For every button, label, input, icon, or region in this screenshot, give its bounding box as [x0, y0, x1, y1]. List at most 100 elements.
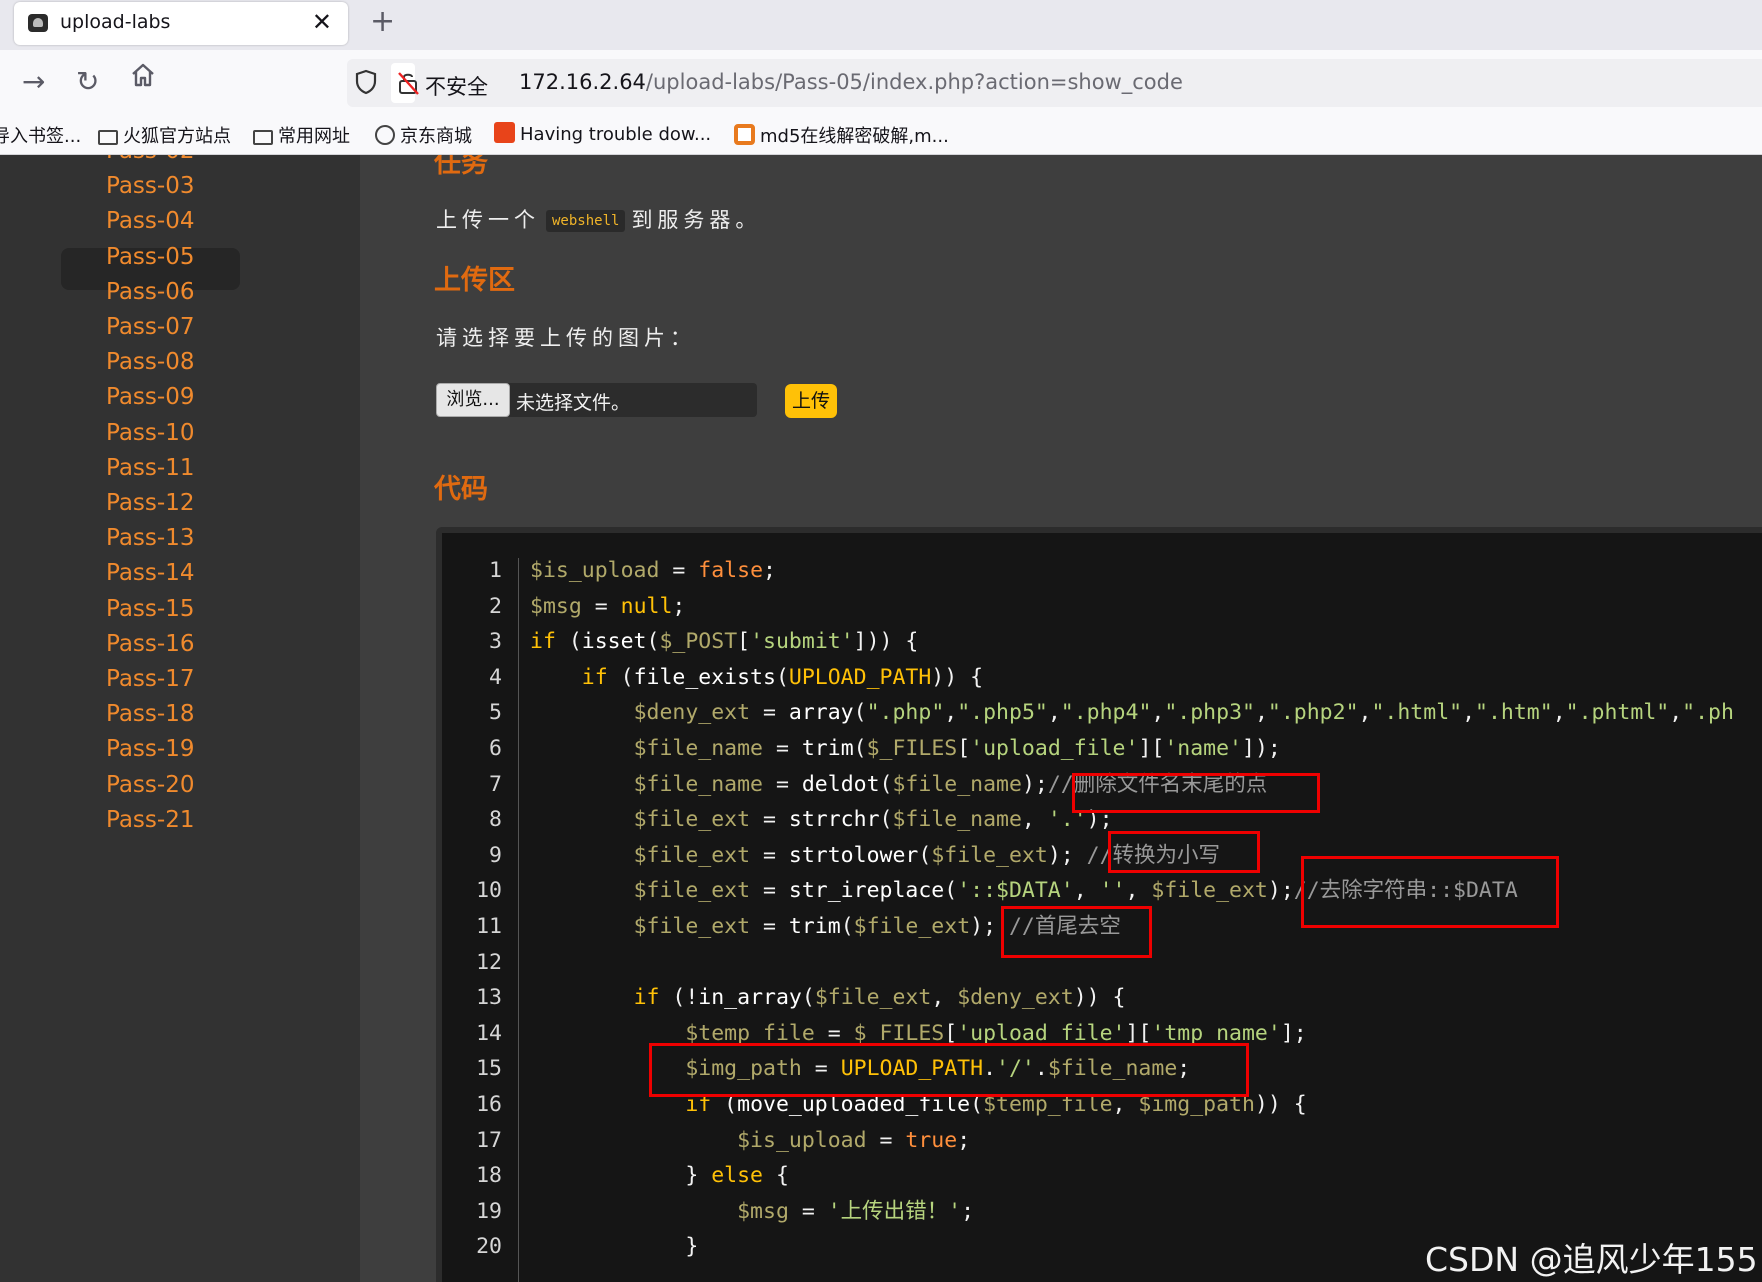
url-path: /upload-labs/Pass-05/index.php?action=sh… — [645, 70, 1183, 94]
sidebar-item-pass-12[interactable]: Pass-12 — [106, 490, 194, 516]
code-line: 5 $deny_ext = array(".php",".php5",".php… — [442, 695, 1762, 731]
line-number: 6 — [489, 736, 502, 761]
code-text: $is_upload = true; — [737, 1127, 971, 1153]
line-number: 13 — [476, 985, 502, 1011]
line-number: 12 — [476, 949, 502, 975]
reload-icon[interactable]: ↻ — [76, 62, 99, 102]
line-number: 7 — [489, 771, 502, 797]
line-number: 5 — [489, 700, 502, 726]
url-host: 172.16.2.64 — [519, 70, 646, 94]
bookmark-jd[interactable]: 京东商城 — [375, 122, 472, 148]
sidebar: Pass-02 Pass-03 Pass-04 Pass-05 Pass-06 Pass-… — [0, 155, 360, 1282]
sidebar-item-pass-13[interactable]: Pass-13 — [106, 525, 194, 551]
code-text: $is_upload = false; — [530, 558, 776, 583]
code-text: } — [530, 1234, 699, 1260]
sidebar-item-pass-07[interactable]: Pass-07 — [106, 314, 194, 340]
sidebar-item-pass-19[interactable]: Pass-19 — [106, 736, 194, 762]
sidebar-item-pass-16[interactable]: Pass-16 — [106, 631, 194, 657]
bookmark-md5[interactable]: md5在线解密破解,m... — [734, 122, 949, 148]
code-text: } else { — [530, 1163, 789, 1189]
line-number: 3 — [489, 629, 502, 655]
watermark: CSDN @追风少年155 — [1425, 1240, 1758, 1279]
sidebar-item-pass-15[interactable]: Pass-15 — [106, 596, 194, 622]
browser-tab[interactable]: upload-labs ✕ — [14, 2, 348, 45]
annotation-box-data-strip — [1301, 856, 1559, 928]
bookmark-import[interactable]: 导入书签... — [0, 122, 81, 148]
upload-heading: 上传区 — [434, 265, 515, 296]
globe-icon — [375, 125, 395, 145]
bookmark-common-sites[interactable]: 常用网址 — [253, 122, 350, 148]
bookmarks-toolbar: 导入书签... 火狐官方站点 常用网址 京东商城 Having trouble … — [0, 116, 1762, 155]
code-block: 1 $is_upload = false; 2 $msg = null; 3 if (is… — [436, 527, 1762, 1282]
code-text: if (!in_array($file_ext, $deny_ext)) { — [633, 985, 1126, 1011]
forward-icon[interactable]: → — [22, 62, 45, 102]
line-number: 8 — [489, 807, 502, 833]
line-number: 15 — [476, 1056, 502, 1082]
sidebar-item-pass-08[interactable]: Pass-08 — [106, 349, 194, 375]
inline-code: webshell — [546, 210, 626, 232]
code-text: $file_ext = strrchr($file_name, '.'); — [633, 807, 1113, 833]
sidebar-item-pass-21[interactable]: Pass-21 — [106, 807, 194, 833]
sidebar-item-pass-05[interactable]: Pass-05 — [106, 244, 194, 270]
home-icon[interactable] — [128, 60, 158, 101]
code-line: 1 $is_upload = false; — [442, 553, 1762, 589]
code-text: $deny_ext = array(".php",".php5",".php4"… — [633, 700, 1734, 726]
tab-title: upload-labs — [60, 11, 171, 33]
line-number: 1 — [489, 558, 502, 583]
sidebar-item-pass-10[interactable]: Pass-10 — [106, 420, 194, 446]
line-number: 20 — [476, 1234, 502, 1260]
sidebar-item-pass-09[interactable]: Pass-09 — [106, 384, 194, 410]
tab-strip: upload-labs ✕ + — [0, 0, 1762, 50]
site-favicon-icon — [494, 122, 515, 143]
line-number: 2 — [489, 593, 502, 619]
file-input[interactable]: 浏览... 未选择文件。 — [436, 383, 757, 417]
sidebar-item-pass-02[interactable]: Pass-02 — [106, 155, 194, 164]
connection-insecure-badge[interactable]: 不安全 — [391, 63, 488, 103]
sidebar-item-pass-14[interactable]: Pass-14 — [106, 560, 194, 586]
new-tab-icon[interactable]: + — [370, 4, 395, 39]
tracking-protection-shield-icon[interactable] — [355, 69, 377, 95]
select-file-label: 请选择要上传的图片： — [436, 326, 696, 350]
task-description: 上传一个 webshell 到服务器。 — [436, 208, 762, 232]
task-heading: 任务 — [434, 155, 488, 179]
line-number: 4 — [489, 664, 502, 690]
line-number: 19 — [476, 1198, 502, 1224]
code-text: if (isset($_POST['submit'])) { — [530, 629, 919, 655]
sidebar-item-pass-04[interactable]: Pass-04 — [106, 208, 194, 234]
code-line: 19 $msg = '上传出错！'; — [442, 1194, 1762, 1230]
annotation-box-trim — [1001, 906, 1152, 958]
code-line: 10 $file_ext = str_ireplace('::$DATA', '… — [442, 873, 1762, 909]
upload-button[interactable]: 上传 — [785, 384, 837, 418]
browse-button[interactable]: 浏览... — [436, 383, 510, 417]
line-number: 17 — [476, 1127, 502, 1153]
code-text: $msg = '上传出错！'; — [737, 1198, 975, 1224]
close-tab-icon[interactable]: ✕ — [312, 8, 332, 36]
bookmark-firefox-official[interactable]: 火狐官方站点 — [98, 122, 231, 148]
sidebar-item-pass-03[interactable]: Pass-03 — [106, 173, 194, 199]
annotation-box-lowercase — [1108, 831, 1260, 873]
code-heading: 代码 — [434, 474, 488, 505]
main-content: 任务 上传一个 webshell 到服务器。 上传区 请选择要上传的图片： 浏览..… — [360, 155, 1762, 1282]
insecure-lock-icon — [398, 72, 419, 95]
code-line: 18 } else { — [442, 1158, 1762, 1194]
sidebar-item-pass-20[interactable]: Pass-20 — [106, 772, 194, 798]
code-text: if (file_exists(UPLOAD_PATH)) { — [581, 664, 984, 690]
annotation-box-deldot — [1072, 773, 1320, 813]
sidebar-item-pass-11[interactable]: Pass-11 — [106, 455, 194, 481]
folder-icon — [253, 130, 273, 145]
insecure-label: 不安全 — [425, 75, 488, 99]
code-line: 17 $is_upload = true; — [442, 1123, 1762, 1159]
code-line: 9 $file_ext = strtolower($file_ext); //转… — [442, 838, 1762, 874]
folder-icon — [98, 130, 118, 145]
code-line: 4 if (file_exists(UPLOAD_PATH)) { — [442, 660, 1762, 696]
file-status: 未选择文件。 — [516, 392, 631, 414]
sidebar-item-pass-18[interactable]: Pass-18 — [106, 701, 194, 727]
bookmark-having-trouble[interactable]: Having trouble dow... — [494, 122, 711, 145]
code-text: $file_name = trim($_FILES['upload_file']… — [633, 736, 1281, 761]
url-text[interactable]: 172.16.2.64/upload-labs/Pass-05/index.ph… — [519, 70, 1183, 94]
code-line: 2 $msg = null; — [442, 589, 1762, 625]
sidebar-item-pass-17[interactable]: Pass-17 — [106, 666, 194, 692]
address-bar[interactable]: 不安全 172.16.2.64/upload-labs/Pass-05/inde… — [347, 59, 1762, 107]
site-favicon-icon — [28, 14, 48, 32]
sidebar-item-pass-06[interactable]: Pass-06 — [106, 279, 194, 305]
